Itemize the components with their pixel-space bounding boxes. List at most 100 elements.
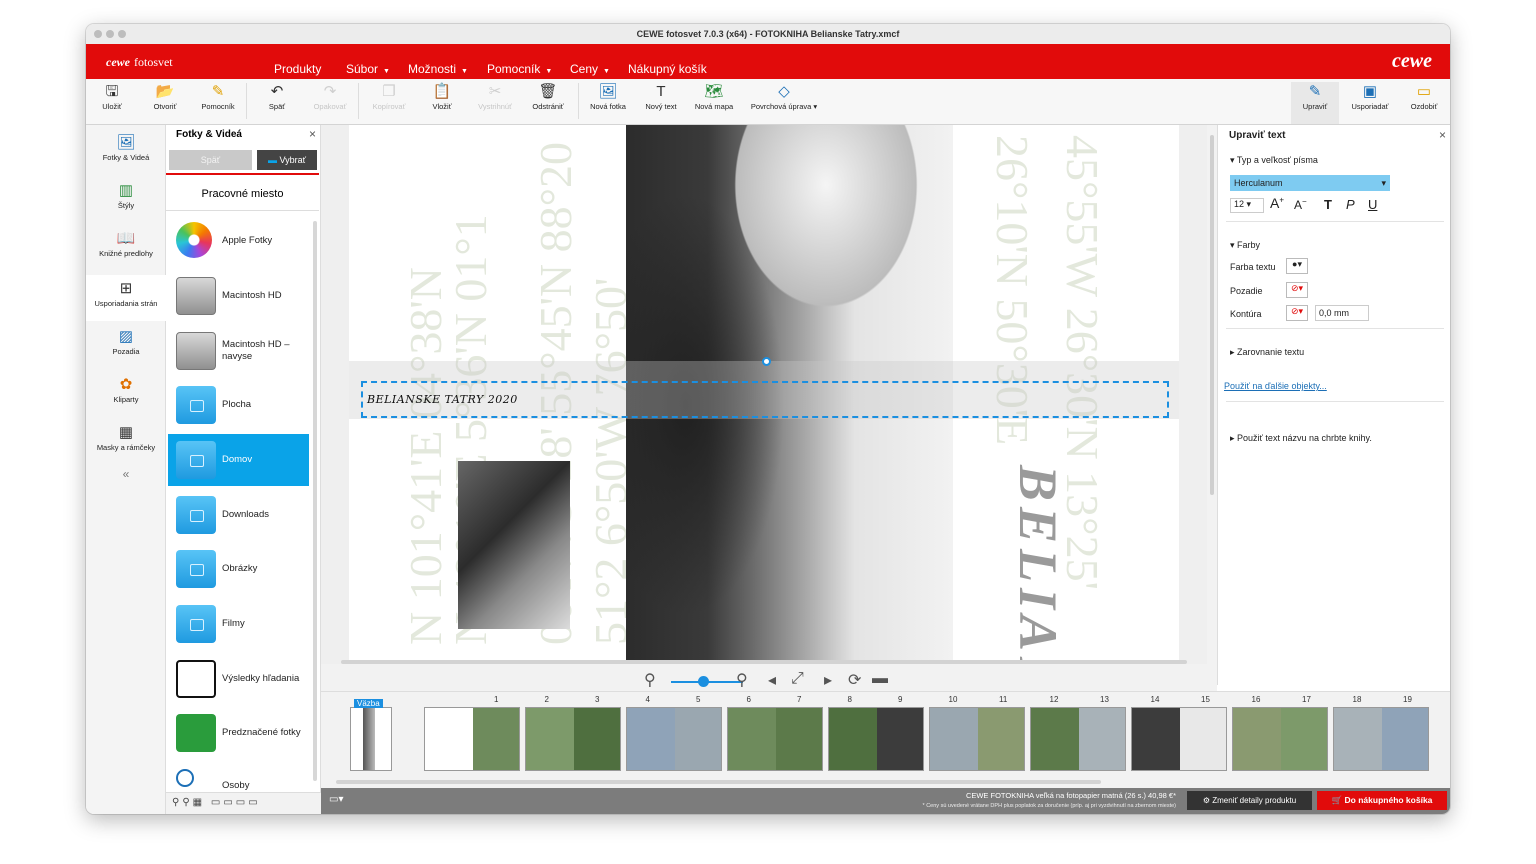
apply-to-objects-link[interactable]: Použiť na ďalšie objekty... [1224,381,1327,391]
open-button[interactable]: 📂 Otvoriť [139,82,191,111]
text-edit-panel: Upraviť text × ▾ Typ a veľkosť písma Her… [1217,125,1450,685]
spread-thumbnail[interactable] [1232,707,1328,771]
italic-icon[interactable]: P [1346,197,1355,212]
source-search-results[interactable]: Výsledky hľadania [168,653,309,705]
zoom-out-icon[interactable]: ⚲ [644,670,656,690]
source-downloads[interactable]: Downloads [168,489,309,541]
spread-thumbnail[interactable] [1131,707,1227,771]
spread-thumbnail[interactable] [727,707,823,771]
spread-thumbnail[interactable] [424,707,520,771]
nav-book-templates[interactable]: 📖 Knižné predlohy [86,229,166,258]
nav-styles[interactable]: ▥ Štýly [86,181,166,210]
source-filmy[interactable]: Filmy [168,598,309,650]
nav-photos-videos[interactable]: 🖼 Fotky & Videá [86,133,166,162]
view-mode-icon[interactable]: ▭▾ [329,794,343,805]
nav-cliparts[interactable]: ✿ Kliparty [86,375,166,404]
alignment-section-toggle[interactable]: ▸ Zarovnanie textu [1230,347,1304,358]
source-macintosh-hd[interactable]: Macintosh HD [168,270,309,322]
source-domov[interactable]: Domov [168,434,309,486]
tab-usporiadat[interactable]: ▣ Usporiadať [1342,82,1398,111]
colors-section-toggle[interactable]: ▾ Farby [1230,240,1260,251]
spread-thumbnail[interactable] [1333,707,1429,771]
menu-ceny[interactable]: Ceny ▼ [570,62,610,76]
copy-button[interactable]: ❐ Kopírovať [363,82,415,111]
spread-thumbnail[interactable] [525,707,621,771]
source-marked-photos[interactable]: Predznačené fotky [168,707,309,759]
spread-thumbnail[interactable] [929,707,1025,771]
increase-font-icon[interactable]: A+ [1270,195,1284,211]
paste-button[interactable]: 📋 Vložiť [416,82,468,111]
tab-upravit[interactable]: ✎ Upraviť [1291,82,1339,124]
workplace-label[interactable]: Pracovné miesto [166,177,319,211]
menu-produkty[interactable]: Produkty [274,62,321,76]
zoom-window-button[interactable] [118,30,126,38]
rotate-handle[interactable] [762,357,771,366]
surface-finish-button[interactable]: ◇ Povrchová úprava ▾ [746,82,822,111]
nav-masks-frames[interactable]: ▦ Masky a rámčeky [86,423,166,452]
menu-subor[interactable]: Súbor ▼ [346,62,390,76]
new-photo-button[interactable]: 🖼 Nová fotka [582,82,634,111]
decrease-font-icon[interactable]: A− [1294,197,1307,212]
spread-thumbnail[interactable] [828,707,924,771]
bold-icon[interactable]: T [1324,197,1332,212]
text-color-swatch[interactable]: ●▾ [1286,258,1308,274]
spread-thumbnail[interactable] [626,707,722,771]
new-map-button[interactable]: 🗺 Nová mapa [688,82,740,111]
source-macintosh-hd-navyse[interactable]: Macintosh HD – navyse [168,325,309,377]
save-button[interactable]: 🖫 Uložiť [86,82,138,111]
book-spread[interactable]: N 101°41'E 04°38'N N 49°10'E 5°36'N 01°1… [349,125,1179,662]
cover-thumbnail[interactable] [350,707,392,771]
menu-pomocnik[interactable]: Pomocník ▼ [487,62,552,76]
panel-scrollbar[interactable] [313,221,317,781]
canvas-vertical-scrollbar[interactable] [1207,125,1217,665]
font-size-select[interactable]: 12 ▾ [1230,198,1264,213]
canvas-horizontal-scrollbar[interactable] [341,660,1187,664]
select-button[interactable]: ▬ Vybrať [257,150,317,170]
source-obrazky[interactable]: Obrázky [168,543,309,595]
prev-page-icon[interactable]: ◂ [768,670,776,690]
spread-thumbnail[interactable] [1030,707,1126,771]
text-box[interactable]: BELIANSKE TATRY 2020 [361,381,1169,418]
preview-icon[interactable]: ▬ [872,670,888,688]
price-text: CEWE FOTOKNIHA veľká na fotopapier matná… [965,791,1176,800]
add-to-cart-button[interactable]: 🛒 Do nákupného košíka [1317,791,1447,810]
close-window-button[interactable] [94,30,102,38]
page-canvas[interactable]: N 101°41'E 04°38'N N 49°10'E 5°36'N 01°1… [321,125,1217,685]
source-osoby[interactable]: Osoby [168,762,309,792]
outline-width-input[interactable]: 0,0 mm [1315,305,1369,321]
menu-nakupny-kosik[interactable]: Nákupný košík [628,62,707,76]
close-icon[interactable]: × [1439,128,1446,142]
zoom-slider-knob[interactable] [698,676,709,687]
fit-screen-icon[interactable]: ⤢ [791,670,804,688]
rotate-view-icon[interactable]: ⟳ [848,670,861,690]
next-page-icon[interactable]: ▸ [824,670,832,690]
font-section-toggle[interactable]: ▾ Typ a veľkosť písma [1230,155,1318,166]
assistant-button[interactable]: ✎ Pomocník [192,82,244,111]
tab-ozdobit[interactable]: ▭ Ozdobiť [1400,82,1448,111]
new-text-button[interactable]: T Nový text [635,82,687,111]
redo-button[interactable]: ↷ Opakovať [304,82,356,111]
filmstrip-scrollbar[interactable] [336,780,1101,784]
source-apple-photos[interactable]: Apple Fotky [168,215,309,267]
collapse-nav-button[interactable]: « [86,467,166,481]
undo-button[interactable]: ↶ Späť [251,82,303,111]
underline-icon[interactable]: U [1368,197,1377,212]
background-color-swatch[interactable]: ⊘▾ [1286,282,1308,298]
back-button[interactable]: Späť [169,150,252,170]
spine-text-toggle[interactable]: ▸ Použiť text názvu na chrbte knihy. [1230,433,1372,444]
panel-footer-tools[interactable]: ⚲⚲▦ ▭▭▭▭ [166,792,321,814]
change-product-button[interactable]: ⚙ Zmeniť detaily produktu [1187,791,1312,810]
menu-moznosti[interactable]: Možnosti ▼ [408,62,468,76]
small-photo[interactable] [458,461,570,629]
source-plocha[interactable]: Plocha [168,379,309,431]
cut-button[interactable]: ✂ Vystrihnúť [469,82,521,111]
zoom-in-icon[interactable]: ⚲ [736,670,748,690]
minimize-window-button[interactable] [106,30,114,38]
chevron-down-icon: ▾ [1230,240,1235,250]
nav-page-layouts[interactable]: ⊞ Usporiadania strán [86,275,166,321]
font-select[interactable]: Herculanum ▾ [1230,175,1390,191]
delete-button[interactable]: 🗑 Odstrániť [522,82,574,111]
outline-color-swatch[interactable]: ⊘▾ [1286,305,1308,321]
nav-backgrounds[interactable]: ▨ Pozadia [86,327,166,356]
close-icon[interactable]: × [309,127,316,141]
